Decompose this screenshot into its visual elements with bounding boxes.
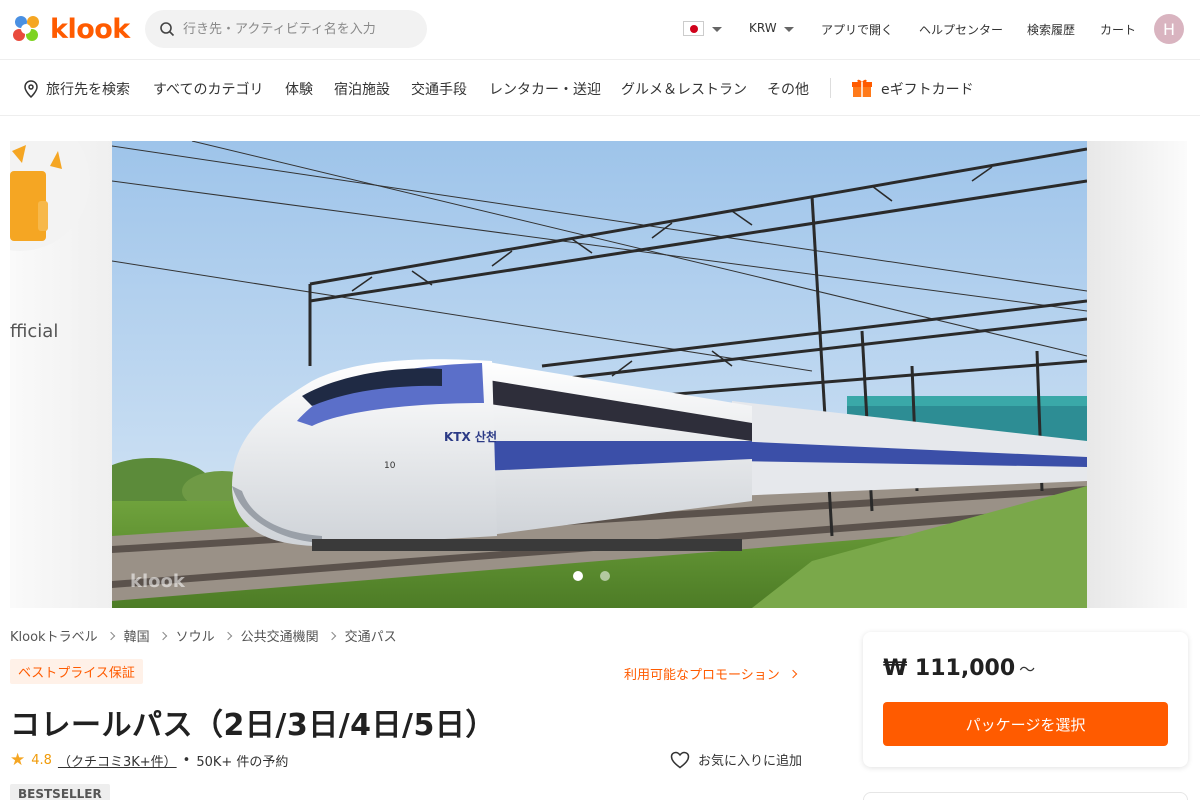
breadcrumb-transport-pass[interactable]: 交通パス — [345, 626, 397, 645]
select-package-button[interactable]: パッケージを選択 — [883, 702, 1168, 746]
previous-slide-peek[interactable]: fficial — [10, 141, 112, 608]
breadcrumb-korea[interactable]: 韓国 — [124, 626, 150, 645]
cart-link[interactable]: カート — [1100, 21, 1136, 38]
nav-experiences[interactable]: 体験 — [285, 79, 313, 99]
currency-selector[interactable]: KRW — [749, 21, 777, 35]
price-amount: ₩ 111,000 — [883, 656, 1016, 681]
svg-text:KTX 산천: KTX 산천 — [444, 429, 497, 444]
nav-transport[interactable]: 交通手段 — [411, 79, 467, 99]
booking-count: 50K+ 件の予約 — [196, 755, 289, 770]
chevron-right-icon — [788, 669, 797, 678]
brand-name: klook — [50, 13, 130, 45]
heart-icon — [670, 751, 690, 768]
best-price-badge: ベストプライス保証 — [10, 659, 143, 684]
search-history-link[interactable]: 検索履歴 — [1027, 21, 1075, 38]
carousel-dot-1[interactable] — [573, 571, 583, 581]
secondary-card — [863, 792, 1188, 800]
separator-dot: • — [182, 753, 191, 768]
svg-text:10: 10 — [384, 461, 396, 471]
location-pin-icon — [24, 80, 38, 98]
language-dropdown-chevron-icon[interactable] — [712, 27, 722, 32]
rating-score: 4.8 — [31, 753, 52, 768]
help-center-link[interactable]: ヘルプセンター — [919, 21, 1003, 38]
nav-car-rental[interactable]: レンタカー・送迎 — [489, 79, 601, 99]
nav-all-categories[interactable]: すべてのカテゴリ — [153, 79, 263, 99]
nav-gift-card[interactable]: eギフトカード — [881, 79, 974, 99]
currency-chevron-down-icon[interactable] — [784, 27, 794, 32]
next-slide-peek[interactable] — [1087, 141, 1187, 608]
svg-text:klook: klook — [130, 571, 186, 592]
add-to-favorites-button[interactable]: お気に入りに追加 — [670, 750, 802, 769]
carousel-dot-2[interactable] — [600, 571, 610, 581]
breadcrumb: Klookトラベル 韓国 ソウル 公共交通機関 交通パス — [10, 626, 397, 645]
breadcrumb-klook-travel[interactable]: Klookトラベル — [10, 626, 98, 645]
nav-other[interactable]: その他 — [767, 79, 809, 99]
category-nav: 旅行先を検索 すべてのカテゴリ 体験 宿泊施設 交通手段 レンタカー・送迎 グル… — [0, 60, 1200, 116]
nav-divider — [830, 78, 831, 98]
breadcrumb-seoul[interactable]: ソウル — [176, 626, 215, 645]
search-bar[interactable] — [145, 10, 427, 48]
favorites-label: お気に入りに追加 — [698, 754, 803, 769]
chevron-right-icon — [223, 631, 232, 640]
klook-logo[interactable]: klook — [10, 12, 130, 46]
open-app-link[interactable]: アプリで開く — [821, 21, 893, 38]
nav-search-destination[interactable]: 旅行先を検索 — [46, 79, 130, 99]
price-card: ₩ 111,000 ～ パッケージを選択 — [863, 632, 1188, 767]
japan-flag-icon[interactable] — [683, 21, 704, 36]
breadcrumb-public-transport[interactable]: 公共交通機関 — [241, 626, 319, 645]
top-header: klook KRW アプリで開く ヘルプセンター 検索履歴 カート H — [0, 0, 1200, 60]
chevron-right-icon — [158, 631, 167, 640]
chevron-right-icon — [106, 631, 115, 640]
side-slide-text: fficial — [10, 321, 59, 342]
klook-mascot-illustration — [10, 141, 90, 251]
gift-icon — [852, 79, 872, 97]
product-title: コレールパス（2日/3日/4日/5日） — [10, 708, 496, 743]
klook-logo-icon — [13, 16, 39, 41]
user-avatar[interactable]: H — [1154, 14, 1184, 44]
search-input[interactable] — [183, 21, 413, 37]
hero-carousel[interactable]: fficial KTX 산천 10 klook — [10, 141, 1187, 608]
bestseller-tag: BESTSELLER — [10, 784, 110, 800]
rating-row: ★ 4.8 （クチコミ3K+件） • 50K+ 件の予約 — [10, 750, 289, 771]
ktx-train-photo: KTX 산천 10 klook — [112, 141, 1087, 608]
chevron-right-icon — [327, 631, 336, 640]
search-icon — [160, 22, 175, 37]
price-display: ₩ 111,000 ～ — [883, 656, 1035, 681]
star-icon: ★ — [10, 750, 26, 770]
promotions-link-label: 利用可能なプロモーション — [624, 668, 780, 683]
nav-dining[interactable]: グルメ＆レストラン — [621, 79, 747, 99]
reviews-link[interactable]: （クチコミ3K+件） — [58, 751, 177, 770]
price-suffix: ～ — [1019, 660, 1036, 679]
promotions-link[interactable]: 利用可能なプロモーション — [624, 664, 798, 683]
nav-accommodation[interactable]: 宿泊施設 — [334, 79, 390, 99]
